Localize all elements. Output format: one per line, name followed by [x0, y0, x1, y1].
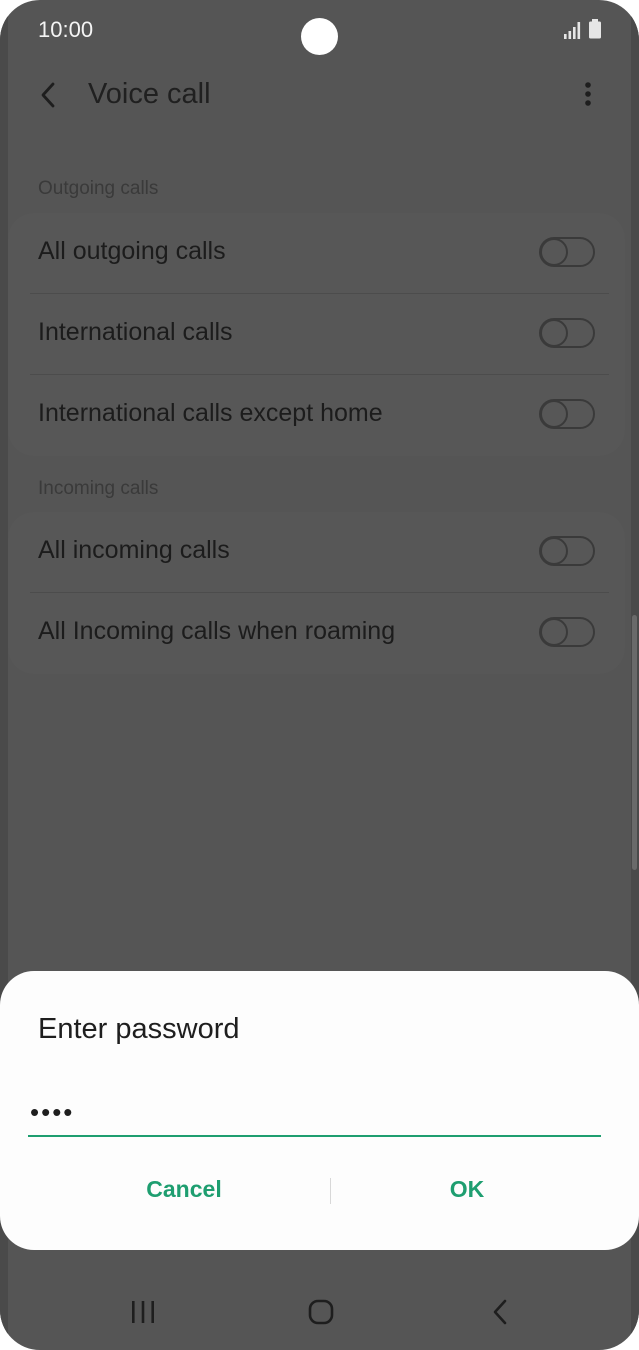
section-header-outgoing: Outgoing calls	[38, 178, 159, 199]
chevron-left-icon[interactable]	[36, 78, 62, 112]
phone-screen: 10:00 Voice call Outgoing calls All outg…	[0, 0, 639, 1350]
toggle-knob	[540, 238, 568, 266]
password-dialog: Enter password Cancel OK	[0, 971, 639, 1250]
toggle-knob	[540, 319, 568, 347]
outgoing-calls-card: All outgoing calls International calls I…	[8, 213, 625, 456]
setting-label: All incoming calls	[38, 536, 230, 564]
setting-row-all-outgoing[interactable]: All outgoing calls	[8, 213, 625, 294]
page-title: Voice call	[88, 78, 211, 110]
setting-label: All outgoing calls	[38, 237, 226, 265]
setting-label: All Incoming calls when roaming	[38, 617, 396, 645]
toggle-switch-international-except-home[interactable]	[539, 399, 595, 429]
button-divider	[330, 1178, 331, 1204]
incoming-calls-card: All incoming calls All Incoming calls wh…	[8, 512, 625, 674]
setting-row-international[interactable]: International calls	[8, 294, 625, 375]
scroll-indicator	[632, 615, 637, 870]
cancel-button[interactable]: Cancel	[38, 1167, 330, 1211]
setting-label: International calls except home	[38, 399, 383, 427]
camera-cutout	[301, 18, 338, 55]
setting-row-international-except-home[interactable]: International calls except home	[8, 375, 625, 456]
toggle-knob	[540, 400, 568, 428]
setting-label: International calls	[38, 318, 233, 346]
more-vertical-icon[interactable]	[576, 78, 600, 112]
recent-apps-icon[interactable]	[128, 1297, 158, 1327]
dialog-title: Enter password	[38, 1013, 240, 1045]
setting-row-all-incoming[interactable]: All incoming calls	[8, 512, 625, 593]
toggle-knob	[540, 618, 568, 646]
battery-icon	[589, 19, 601, 39]
toggle-switch-incoming-roaming[interactable]	[539, 617, 595, 647]
ok-button[interactable]: OK	[332, 1167, 602, 1211]
back-icon[interactable]	[486, 1297, 516, 1327]
section-header-incoming: Incoming calls	[38, 478, 159, 499]
toggle-switch-international[interactable]	[539, 318, 595, 348]
home-icon[interactable]	[306, 1297, 336, 1327]
password-input[interactable]	[28, 1089, 601, 1137]
setting-row-incoming-roaming[interactable]: All Incoming calls when roaming	[8, 593, 625, 674]
status-time: 10:00	[38, 17, 94, 42]
toggle-knob	[540, 537, 568, 565]
toggle-switch-all-outgoing[interactable]	[539, 237, 595, 267]
signal-icon	[564, 22, 581, 39]
toggle-switch-all-incoming[interactable]	[539, 536, 595, 566]
